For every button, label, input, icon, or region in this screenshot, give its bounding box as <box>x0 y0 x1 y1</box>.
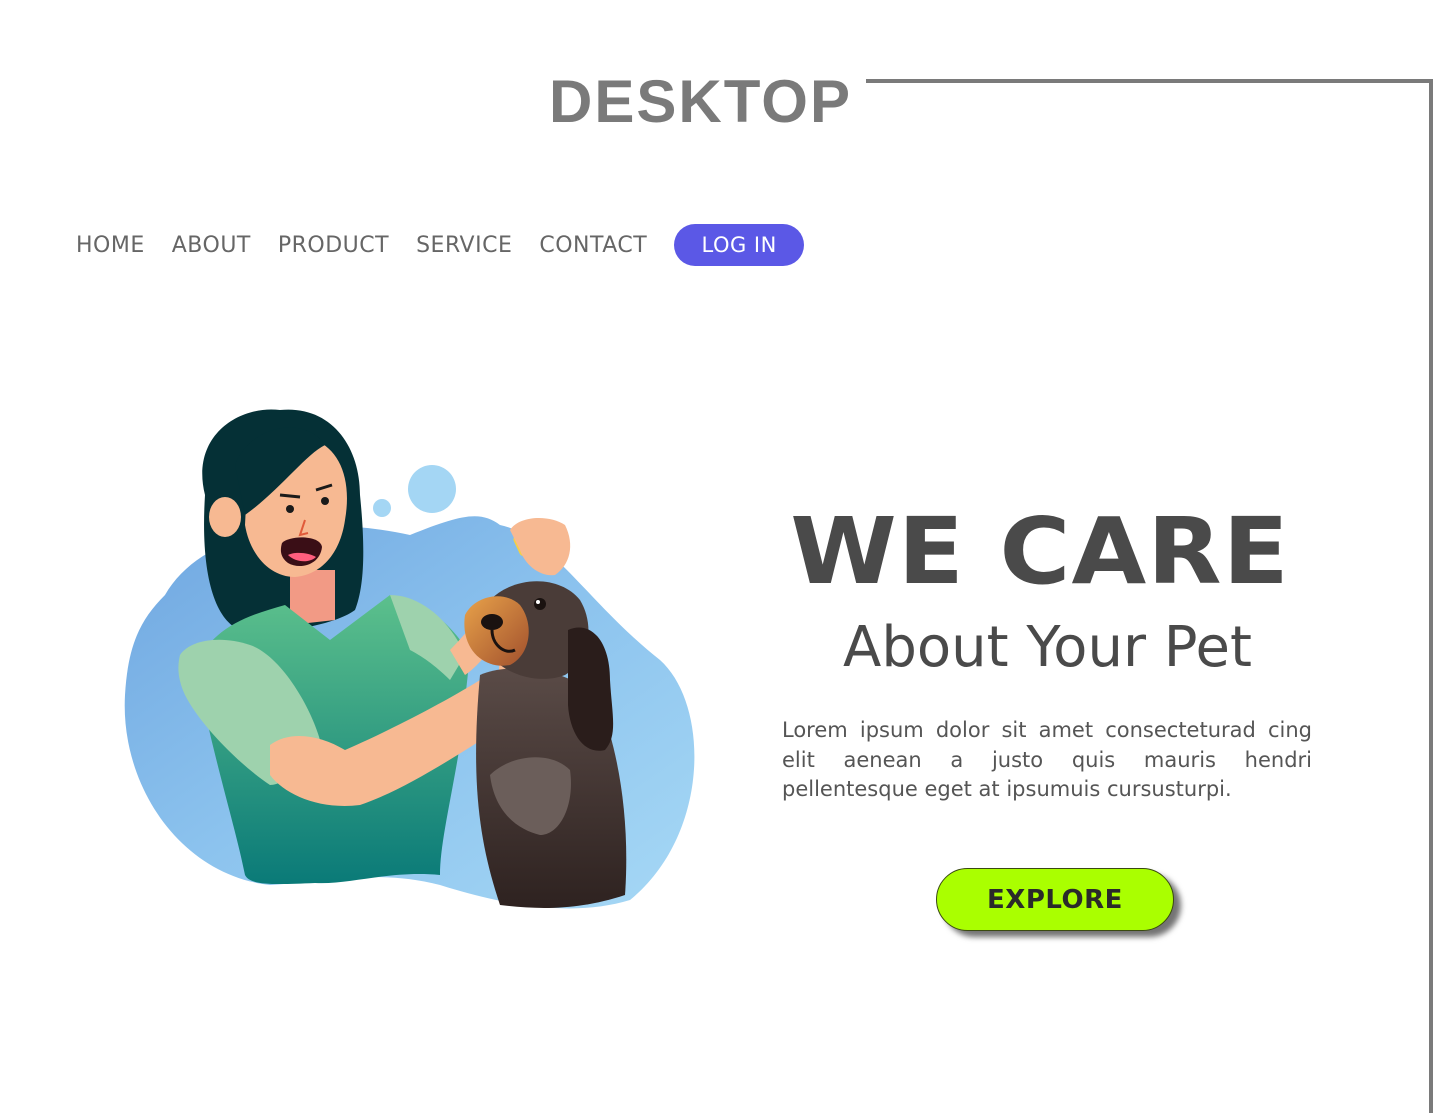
nav-item-home[interactable]: HOME <box>76 233 145 258</box>
hero-body-text: Lorem ipsum dolor sit amet consecteturad… <box>782 718 1312 801</box>
nav-item-service[interactable]: SERVICE <box>416 233 512 258</box>
page-label: DESKTOP <box>549 68 852 135</box>
bubble-large <box>408 465 456 513</box>
login-button[interactable]: LOG IN <box>674 224 805 266</box>
explore-button[interactable]: EXPLORE <box>936 868 1174 931</box>
hero-title: WE CARE <box>790 498 1290 605</box>
nav-item-contact[interactable]: CONTACT <box>539 233 647 258</box>
main-nav: HOME ABOUT PRODUCT SERVICE CONTACT LOG I… <box>76 224 805 266</box>
nav-item-about[interactable]: ABOUT <box>172 233 251 258</box>
hero-subtitle: About Your Pet <box>843 615 1252 680</box>
nav-item-product[interactable]: PRODUCT <box>278 233 389 258</box>
frame-right-line <box>1429 79 1433 1113</box>
bubble-small <box>373 499 391 517</box>
hero-illustration <box>124 409 695 909</box>
